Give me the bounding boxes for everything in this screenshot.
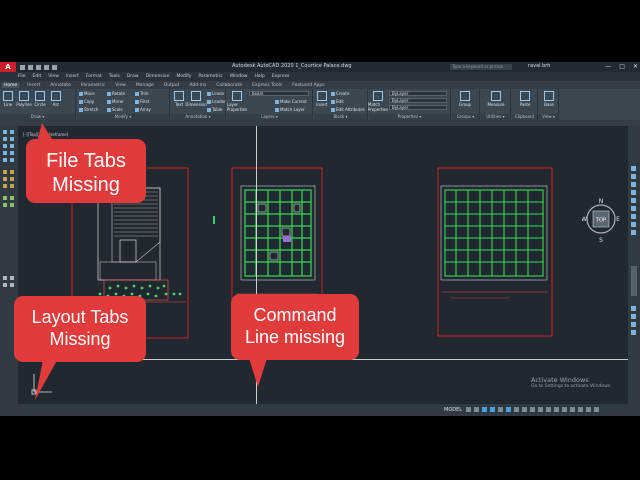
floor-plan-2 — [236, 185, 318, 307]
callout-command-line-line1: Command — [253, 305, 337, 325]
osnap-icon[interactable] — [498, 407, 503, 412]
callout-file-tabs-line1: File Tabs — [46, 150, 126, 172]
units-icon[interactable] — [554, 407, 559, 412]
transparency-icon[interactable] — [522, 407, 527, 412]
hardware-acceleration-icon[interactable] — [570, 407, 575, 412]
callout-command-line-pointer — [248, 355, 268, 387]
compass-north[interactable]: N — [599, 198, 604, 205]
ortho-icon[interactable] — [482, 407, 487, 412]
viewcube-face-label: TOP — [595, 218, 606, 224]
video-frame: A Autodesk AutoCAD 2020 1_Courtice Palac… — [0, 0, 640, 480]
polar-icon[interactable] — [490, 407, 495, 412]
callout-command-line: Command Line missing — [231, 294, 359, 360]
compass-south[interactable]: S — [599, 237, 603, 244]
lineweight-icon[interactable] — [514, 407, 519, 412]
callout-layout-tabs: Layout Tabs Missing — [14, 296, 146, 362]
viewcube-graphic: TOP N S E W — [581, 198, 620, 244]
viewcube[interactable]: TOP N S E W — [581, 198, 620, 244]
callout-layout-tabs-pointer — [35, 355, 60, 400]
callout-layout-tabs-line1: Layout Tabs — [31, 307, 129, 327]
watermark-title: Activate Windows — [531, 376, 589, 384]
watermark-subtitle: Go to Settings to activate Windows. — [531, 384, 612, 389]
compass-east[interactable]: E — [616, 216, 620, 223]
stray-line — [213, 216, 215, 224]
floor-plan-3 — [440, 185, 548, 299]
callout-command-line-line2: Line missing — [244, 326, 346, 347]
menu-icon[interactable] — [594, 407, 599, 412]
status-bar: MODEL — [0, 404, 640, 416]
selection-cycling-icon[interactable] — [530, 407, 535, 412]
compass-west[interactable]: W — [581, 216, 587, 223]
callout-file-tabs-line2: Missing — [52, 174, 120, 197]
callout-file-tabs: File Tabs Missing — [26, 139, 146, 203]
customization-icon[interactable] — [586, 407, 591, 412]
model-space-drawings — [31, 167, 553, 395]
isolate-icon[interactable] — [562, 407, 567, 412]
callout-layout-tabs-line2: Missing — [49, 328, 111, 349]
workspace-icon[interactable] — [546, 407, 551, 412]
status-toggles — [466, 407, 599, 412]
model-space-button[interactable]: MODEL — [444, 407, 462, 413]
autocad-window: A Autodesk AutoCAD 2020 1_Courtice Palac… — [0, 62, 640, 416]
activate-windows-watermark: Activate Windows Go to Settings to activ… — [531, 376, 612, 389]
callout-file-tabs-pointer — [37, 123, 54, 142]
annotation-scale-icon[interactable] — [538, 407, 543, 412]
otrack-icon[interactable] — [506, 407, 511, 412]
snap-icon[interactable] — [474, 407, 479, 412]
drawing-sheet-3[interactable] — [437, 167, 553, 337]
clean-screen-icon[interactable] — [578, 407, 583, 412]
grid-icon[interactable] — [466, 407, 471, 412]
